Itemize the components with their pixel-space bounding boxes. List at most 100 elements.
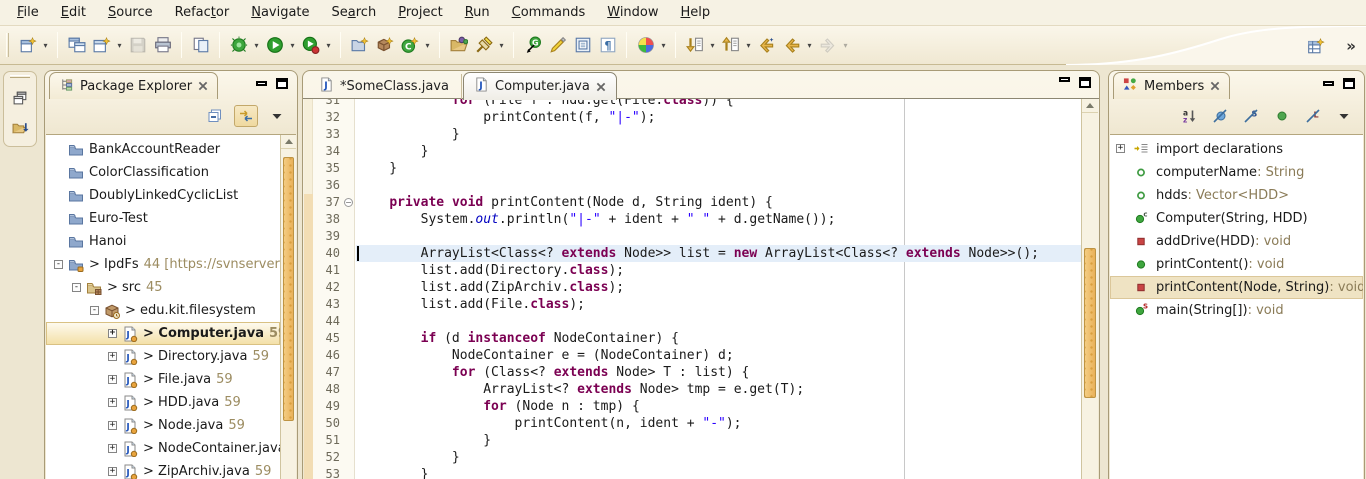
folding-ruler[interactable]: − (343, 99, 355, 479)
tree-item[interactable]: -> IpdFs44 [https://svnserver.i (46, 253, 280, 276)
link-editor-button[interactable] (234, 105, 258, 127)
last-edit-location-button[interactable] (754, 33, 779, 58)
open-resource-button[interactable] (446, 33, 471, 58)
expander-plus-icon[interactable]: + (1116, 144, 1125, 153)
minimize-icon[interactable] (1323, 81, 1334, 86)
tree-item[interactable]: +J> HDD.java59 (46, 391, 280, 414)
view-menu-button[interactable] (1332, 105, 1356, 127)
close-icon[interactable] (596, 82, 606, 92)
editor-scrollbar[interactable] (1081, 99, 1098, 479)
package-explorer-scrollbar[interactable] (280, 135, 296, 479)
menu-help[interactable]: Help (670, 1, 722, 24)
tree-item[interactable]: Hanoi (46, 230, 280, 253)
maximize-icon[interactable] (1343, 78, 1355, 89)
dropdown-arrow-icon[interactable]: ▾ (658, 33, 669, 58)
expander-minus-icon[interactable]: - (90, 306, 99, 315)
tree-item[interactable]: +J> Computer.java59 (46, 322, 280, 345)
new-java-project-button[interactable] (347, 33, 372, 58)
hide-nonpublic-button[interactable] (1270, 105, 1294, 127)
menu-window[interactable]: Window (596, 1, 669, 24)
scrollbar-thumb[interactable] (1084, 248, 1096, 398)
editor-tab-computer-java[interactable]: JComputer.java (463, 72, 617, 100)
collapse-all-button[interactable] (203, 105, 227, 127)
tree-item[interactable]: +J> Node.java59 (46, 414, 280, 437)
customize-perspective-button[interactable] (1303, 33, 1328, 58)
editor-tab--someclass-java[interactable]: J*SomeClass.java (307, 74, 462, 99)
last-edit-element-button[interactable]: G (520, 33, 545, 58)
scroll-up-icon[interactable] (281, 135, 296, 149)
prev-annotation-button[interactable] (718, 33, 743, 58)
show-whitespace-button[interactable]: ¶ (595, 33, 620, 58)
menu-run[interactable]: Run (454, 1, 501, 24)
new-editor-button[interactable] (64, 33, 89, 58)
expander-minus-icon[interactable]: - (72, 283, 81, 292)
expander-plus-icon[interactable]: + (108, 444, 117, 453)
member-item[interactable]: cComputer(String, HDD) (1110, 207, 1363, 230)
tree-item[interactable]: Euro-Test (46, 207, 280, 230)
member-item[interactable]: addDrive(HDD) : void (1110, 230, 1363, 253)
minimize-icon[interactable] (256, 81, 267, 86)
annotation-ruler[interactable] (304, 99, 313, 479)
member-item[interactable]: computerName : String (1110, 161, 1363, 184)
menu-source[interactable]: Source (97, 1, 164, 24)
dropdown-arrow-icon[interactable]: ▾ (707, 33, 718, 58)
member-item[interactable]: +import declarations (1110, 138, 1363, 161)
dropdown-arrow-icon[interactable]: ▾ (496, 33, 507, 58)
open-element-button[interactable] (188, 33, 213, 58)
new-class-button[interactable]: C (397, 33, 422, 58)
expander-plus-icon[interactable]: + (108, 398, 117, 407)
tree-item[interactable]: -> src45 (46, 276, 280, 299)
print-button[interactable] (150, 33, 175, 58)
close-icon[interactable] (198, 81, 208, 91)
new-package-button[interactable] (372, 33, 397, 58)
dropdown-arrow-icon[interactable]: ▾ (114, 33, 125, 58)
drag-handle[interactable] (10, 75, 30, 78)
tree-item[interactable]: ColorClassification (46, 161, 280, 184)
expander-plus-icon[interactable]: + (108, 352, 117, 361)
menu-commands[interactable]: Commands (501, 1, 597, 24)
dropdown-arrow-icon[interactable]: ▾ (251, 33, 262, 58)
run-external-button[interactable] (298, 33, 323, 58)
hide-static-button[interactable]: S (1239, 105, 1263, 127)
tree-item[interactable]: BankAccountReader (46, 138, 280, 161)
menu-edit[interactable]: Edit (50, 1, 97, 24)
member-item[interactable]: hdds : Vector<HDD> (1110, 184, 1363, 207)
dropdown-arrow-icon[interactable]: ▾ (40, 33, 51, 58)
menu-navigate[interactable]: Navigate (240, 1, 320, 24)
tab-members[interactable]: Members (1113, 72, 1230, 99)
dropdown-arrow-icon[interactable]: ▾ (287, 33, 298, 58)
maximize-icon[interactable] (1079, 77, 1091, 88)
tree-item[interactable]: -> edu.kit.filesystem (46, 299, 280, 322)
expander-plus-icon[interactable]: + (108, 421, 117, 430)
member-item[interactable]: printContent() : void (1110, 253, 1363, 276)
maximize-icon[interactable] (276, 78, 288, 89)
show-source-button[interactable] (570, 33, 595, 58)
tree-item[interactable]: +J> ZipArchiv.java59 (46, 460, 280, 479)
sort-button[interactable]: az (1177, 105, 1201, 127)
new-wizard-button[interactable] (15, 33, 40, 58)
hide-local-button[interactable]: L (1301, 105, 1325, 127)
member-item[interactable]: Smain(String[]) : void (1110, 299, 1363, 322)
tree-item[interactable]: +J> NodeContainer.java59 (46, 437, 280, 460)
code-area[interactable]: for (File f : hdd.get(File.class)) { pri… (356, 99, 1081, 479)
expander-plus-icon[interactable]: + (108, 329, 117, 338)
search-button[interactable] (471, 33, 496, 58)
dropdown-arrow-icon[interactable]: ▾ (804, 33, 815, 58)
toolbar-overflow-chevron[interactable]: » (1342, 37, 1360, 55)
expander-plus-icon[interactable]: + (108, 467, 117, 476)
new-view-button[interactable] (89, 33, 114, 58)
dropdown-arrow-icon[interactable]: ▾ (422, 33, 433, 58)
tree-item[interactable]: +J> Directory.java59 (46, 345, 280, 368)
next-annotation-button[interactable] (682, 33, 707, 58)
menu-search[interactable]: Search (321, 1, 388, 24)
expander-plus-icon[interactable]: + (108, 375, 117, 384)
menu-refactor[interactable]: Refactor (164, 1, 241, 24)
highlighter-button[interactable] (545, 33, 570, 58)
run-button[interactable] (262, 33, 287, 58)
fold-collapse-icon[interactable]: − (344, 198, 353, 207)
tree-item[interactable]: +J> File.java59 (46, 368, 280, 391)
tab-package-explorer[interactable]: Package Explorer (49, 72, 218, 99)
minimize-icon[interactable] (1059, 77, 1070, 82)
expander-minus-icon[interactable]: - (54, 260, 63, 269)
debug-button[interactable] (226, 33, 251, 58)
